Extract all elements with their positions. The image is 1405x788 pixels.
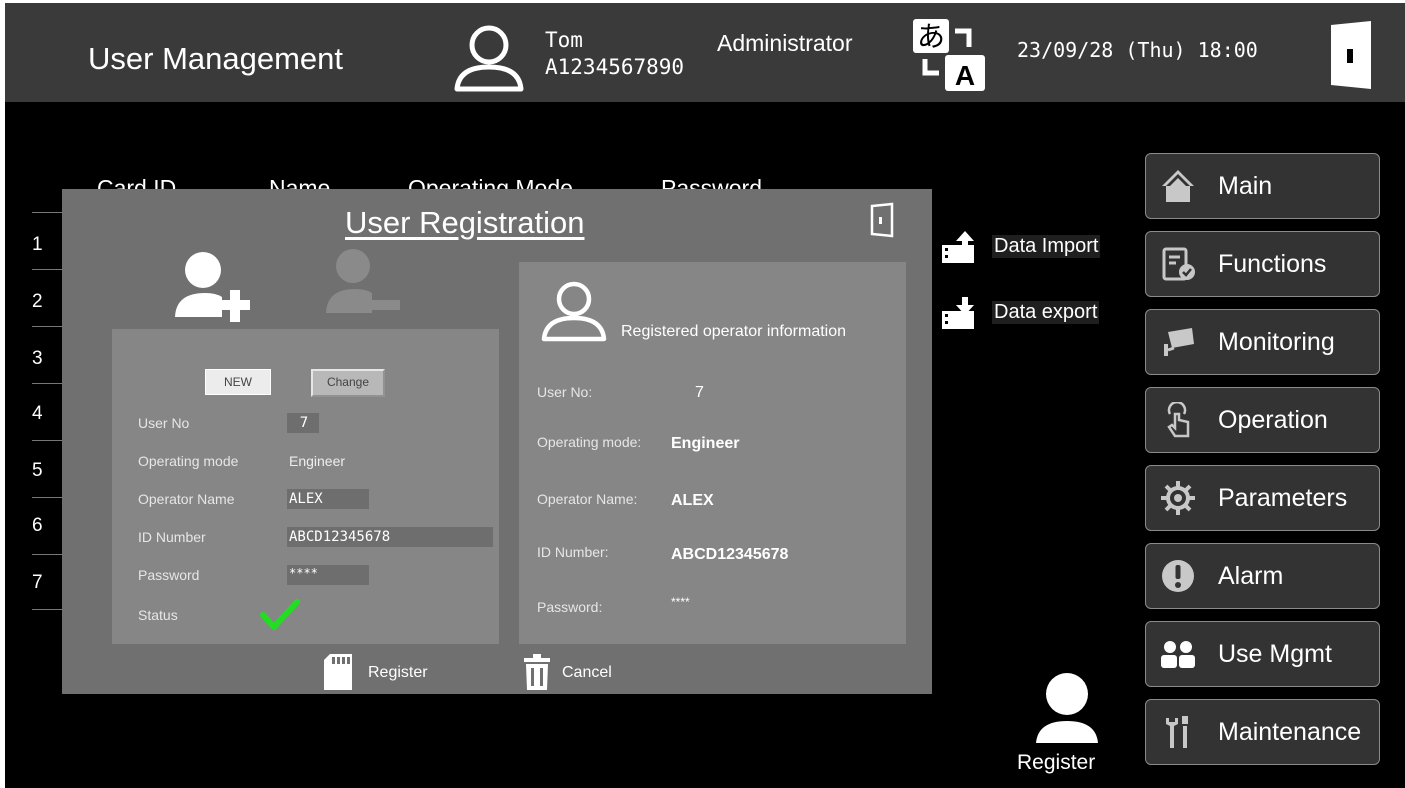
logout-button[interactable] bbox=[1327, 17, 1375, 93]
row-number: 2 bbox=[32, 291, 43, 312]
check-icon bbox=[260, 599, 300, 630]
info-id-value: ABCD12345678 bbox=[671, 546, 789, 563]
user-no-label: User No bbox=[138, 415, 190, 431]
row-number: 1 bbox=[32, 234, 43, 255]
alert-icon bbox=[1162, 560, 1194, 592]
screen: User Management Tom A1234567890 Administ… bbox=[5, 3, 1405, 788]
operating-mode-label: Operating mode bbox=[138, 453, 239, 469]
data-import-label: Data Import bbox=[992, 235, 1101, 258]
user-no-field[interactable]: 7 bbox=[287, 413, 319, 433]
sd-card-icon bbox=[324, 654, 352, 690]
registration-form-panel: NEW Change User No 7 Operating mode Engi… bbox=[112, 329, 499, 644]
info-name-label: Operator Name: bbox=[537, 491, 638, 507]
user-silhouette-icon bbox=[1036, 673, 1098, 743]
id-number-field[interactable]: ABCD12345678 bbox=[287, 527, 493, 547]
operating-mode-field[interactable]: Engineer bbox=[287, 451, 345, 471]
tools-icon bbox=[1166, 716, 1188, 748]
user-name: Tom bbox=[545, 28, 583, 52]
menu-use-mgmt-label: Use Mgmt bbox=[1218, 640, 1332, 668]
info-user-no-label: User No: bbox=[537, 384, 593, 400]
change-button[interactable]: Change bbox=[311, 369, 385, 397]
menu-maintenance[interactable]: Maintenance bbox=[1145, 699, 1380, 765]
door-icon bbox=[870, 202, 894, 238]
page-title: User Management bbox=[88, 41, 344, 76]
password-label: Password bbox=[138, 567, 200, 583]
menu-use-mgmt[interactable]: Use Mgmt bbox=[1145, 621, 1380, 687]
menu-parameters-label: Parameters bbox=[1218, 484, 1348, 512]
data-import-button[interactable]: Data Import bbox=[940, 227, 1130, 267]
row-number: 4 bbox=[32, 403, 43, 424]
register-button[interactable]: Register bbox=[322, 652, 452, 692]
menu-monitoring[interactable]: Monitoring bbox=[1145, 309, 1380, 375]
datetime: 23/09/28 (Thu) 18:00 bbox=[1017, 38, 1258, 62]
register-user-button[interactable]: Register bbox=[1007, 673, 1127, 783]
checklist-icon bbox=[1162, 247, 1195, 281]
menu-alarm[interactable]: Alarm bbox=[1145, 543, 1380, 609]
dialog-close-button[interactable] bbox=[870, 202, 894, 238]
user-role: Administrator bbox=[717, 30, 853, 56]
menu-monitoring-label: Monitoring bbox=[1218, 328, 1335, 356]
data-export-button[interactable]: Data export bbox=[940, 293, 1130, 333]
info-password-label: Password: bbox=[537, 599, 603, 615]
row-number: 6 bbox=[32, 515, 43, 536]
register-label: Register bbox=[368, 664, 428, 681]
operator-info-panel: Registered operator information User No:… bbox=[519, 262, 906, 644]
download-icon bbox=[942, 297, 974, 329]
info-mode-label: Operating mode: bbox=[537, 434, 642, 450]
door-icon bbox=[1331, 21, 1371, 89]
row-number: 7 bbox=[32, 572, 43, 593]
menu-maintenance-label: Maintenance bbox=[1218, 718, 1362, 746]
operator-name-field[interactable]: ALEX bbox=[287, 489, 369, 509]
menu-alarm-label: Alarm bbox=[1218, 562, 1284, 590]
users-icon bbox=[1161, 641, 1195, 668]
new-button[interactable]: NEW bbox=[205, 369, 271, 395]
info-name-value: ALEX bbox=[671, 492, 714, 509]
data-export-label: Data export bbox=[992, 301, 1100, 324]
info-id-label: ID Number: bbox=[537, 544, 609, 560]
cancel-button[interactable]: Cancel bbox=[522, 652, 642, 692]
row-number: 3 bbox=[32, 348, 43, 369]
user-icon bbox=[454, 25, 524, 92]
cctv-icon bbox=[1164, 328, 1194, 356]
menu-operation-label: Operation bbox=[1218, 406, 1328, 434]
menu-main[interactable]: Main bbox=[1145, 153, 1380, 219]
row-number: 5 bbox=[32, 460, 43, 481]
password-field[interactable]: **** bbox=[287, 565, 369, 585]
register-user-label: Register bbox=[1017, 751, 1096, 774]
menu-operation[interactable]: Operation bbox=[1145, 387, 1380, 453]
id-number-label: ID Number bbox=[138, 529, 206, 545]
user-registration-dialog: User Registration NEW Change User No 7 O… bbox=[62, 189, 932, 694]
dialog-title: User Registration bbox=[345, 205, 585, 240]
status-label: Status bbox=[138, 607, 178, 623]
remove-user-icon bbox=[326, 249, 400, 313]
language-button[interactable]: あ A bbox=[911, 17, 991, 93]
menu-functions-label: Functions bbox=[1218, 250, 1327, 278]
lang-glyph-bottom: A bbox=[955, 60, 975, 91]
trash-icon bbox=[524, 654, 550, 690]
user-id: A1234567890 bbox=[545, 55, 685, 79]
info-mode-value: Engineer bbox=[671, 435, 740, 452]
home-icon bbox=[1162, 170, 1194, 202]
header-bar: User Management Tom A1234567890 Administ… bbox=[5, 3, 1405, 102]
translate-icon: あ A bbox=[913, 19, 985, 91]
upload-icon bbox=[942, 231, 974, 263]
operator-info-title: Registered operator information bbox=[621, 323, 847, 340]
cancel-label: Cancel bbox=[562, 664, 612, 681]
operator-name-label: Operator Name bbox=[138, 491, 235, 507]
info-password-value: **** bbox=[671, 595, 690, 609]
info-user-no-value: 7 bbox=[695, 384, 704, 401]
lang-glyph-top: あ bbox=[917, 20, 945, 53]
menu-parameters[interactable]: Parameters bbox=[1145, 465, 1380, 531]
menu-main-label: Main bbox=[1218, 172, 1273, 200]
menu-functions[interactable]: Functions bbox=[1145, 231, 1380, 297]
touch-icon bbox=[1167, 402, 1190, 438]
add-user-icon[interactable] bbox=[170, 251, 255, 331]
user-icon bbox=[541, 281, 607, 342]
gear-icon bbox=[1161, 481, 1195, 515]
